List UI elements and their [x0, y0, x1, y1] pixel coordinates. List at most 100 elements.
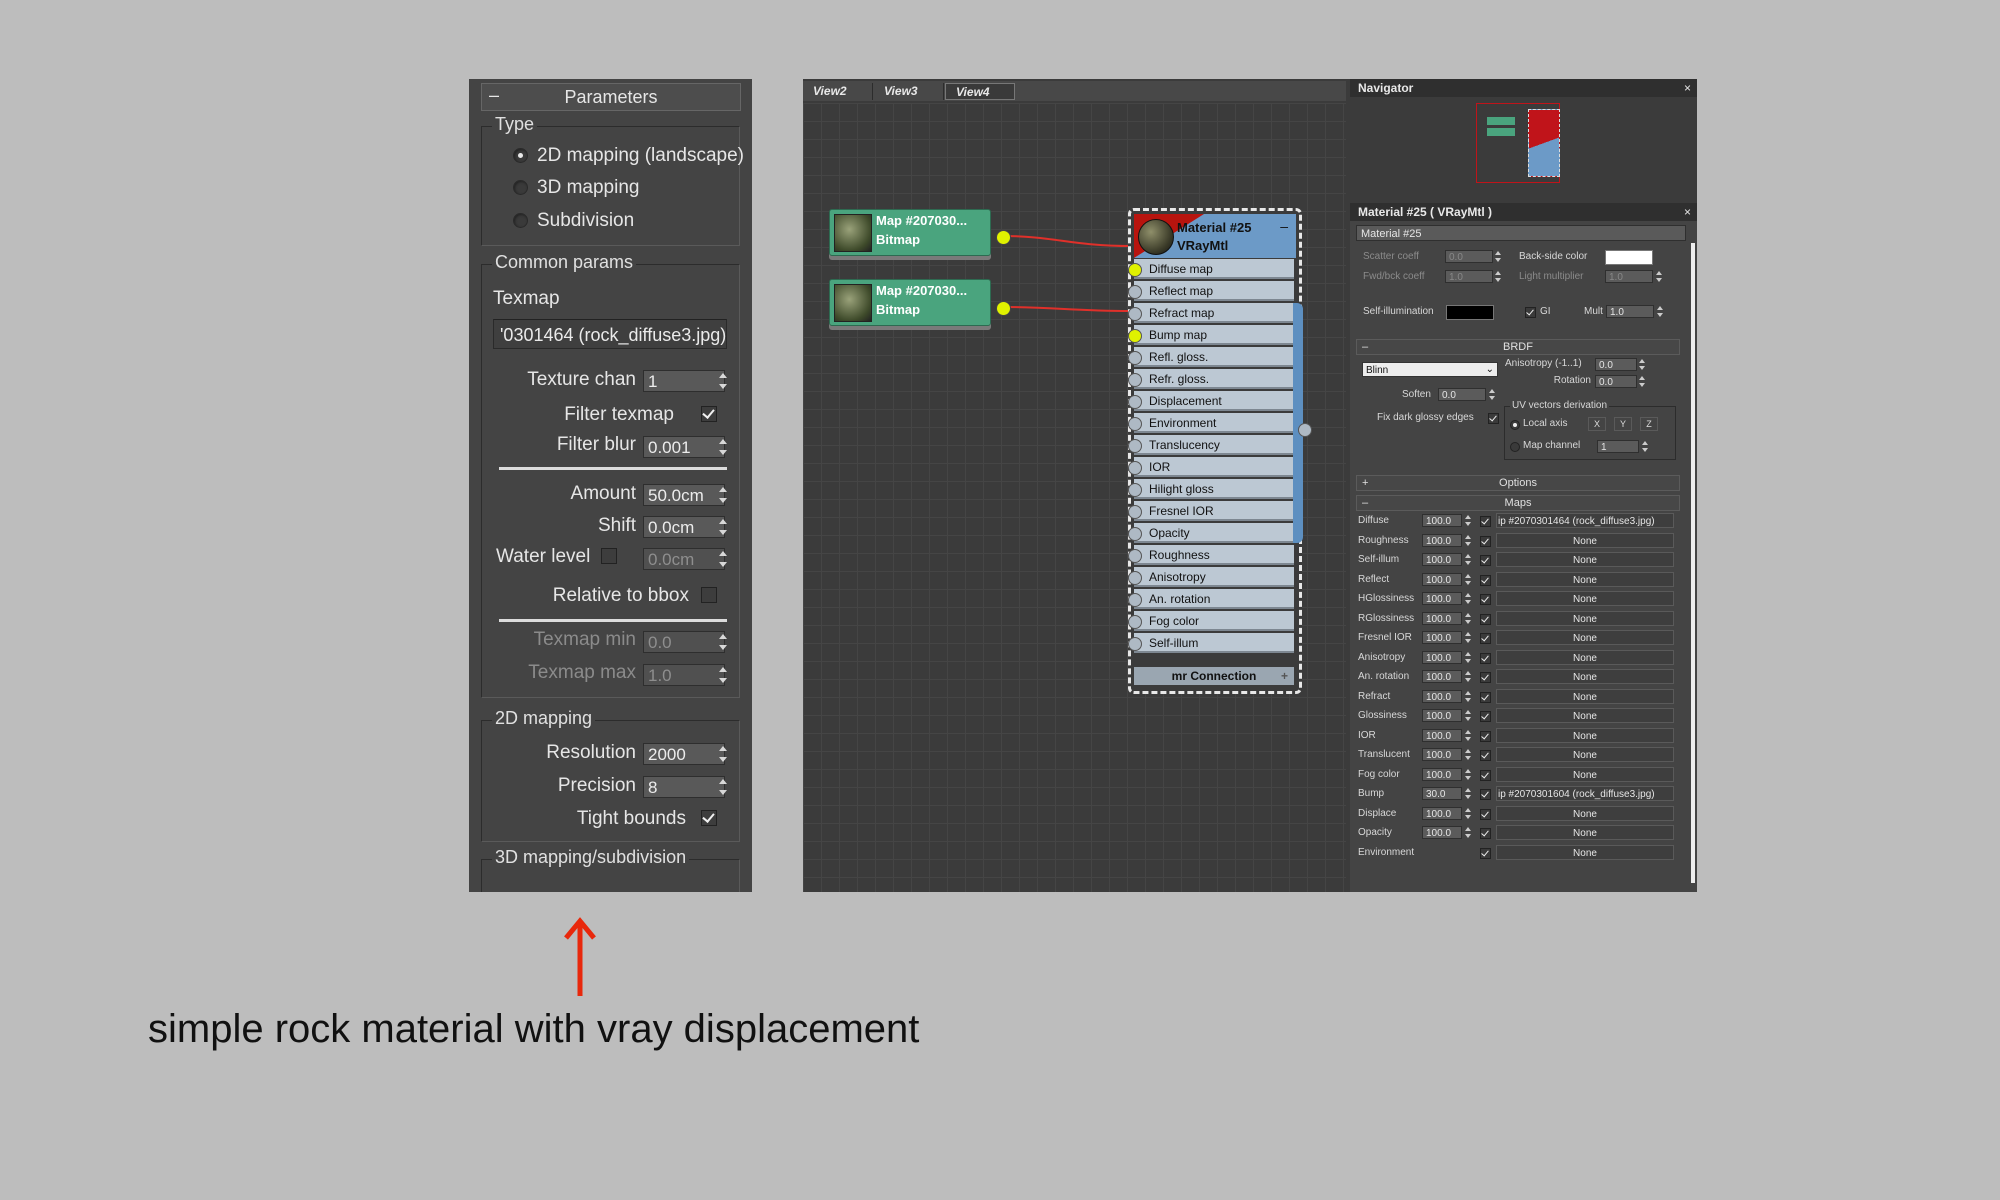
spinner-arrows-icon[interactable]	[716, 516, 730, 538]
material-slot[interactable]: Fog color	[1134, 611, 1294, 631]
radio-3d-mapping[interactable]	[513, 180, 528, 195]
precision-spinner[interactable]: 8	[643, 776, 725, 798]
map-enable-checkbox[interactable]	[1480, 769, 1491, 781]
spinner-arrows-icon[interactable]	[1464, 670, 1472, 683]
map-enable-checkbox[interactable]	[1480, 574, 1491, 586]
map-slot-button[interactable]: None	[1496, 766, 1674, 782]
material-output-socket[interactable]	[1298, 423, 1312, 437]
spinner-arrows-icon[interactable]	[716, 436, 730, 458]
node-view-canvas[interactable]: Map #207030... Bitmap Map #207030... Bit…	[803, 103, 1346, 892]
map-enable-checkbox[interactable]	[1480, 652, 1491, 664]
input-socket[interactable]	[1128, 461, 1142, 475]
input-socket[interactable]	[1128, 307, 1142, 321]
map-enable-checkbox[interactable]	[1480, 535, 1491, 547]
mr-connection-rollout[interactable]: mr Connection +	[1134, 667, 1294, 685]
map-slot-button[interactable]: None	[1496, 669, 1674, 684]
spinner-arrows-icon[interactable]	[1464, 651, 1472, 664]
map-amount-spinner[interactable]: 100.0	[1422, 709, 1462, 722]
input-socket[interactable]	[1128, 351, 1142, 365]
close-icon[interactable]: ×	[1684, 203, 1691, 221]
material-slot[interactable]: Translucency	[1134, 435, 1294, 455]
map-amount-spinner[interactable]: 100.0	[1422, 826, 1462, 839]
map-slot-button[interactable]: None	[1496, 552, 1674, 567]
water-level-checkbox[interactable]	[601, 548, 617, 564]
output-socket[interactable]	[996, 230, 1011, 245]
map-amount-spinner[interactable]: 30.0	[1422, 787, 1462, 800]
spinner-arrows-icon[interactable]	[1641, 440, 1649, 453]
map-amount-spinner[interactable]: 100.0	[1422, 631, 1462, 644]
map-amount-spinner[interactable]: 100.0	[1422, 650, 1462, 664]
spinner-arrows-icon[interactable]	[716, 548, 730, 570]
spinner-arrows-icon[interactable]	[1464, 768, 1472, 781]
spinner-arrows-icon[interactable]	[1464, 807, 1472, 820]
map-amount-spinner[interactable]: 100.0	[1422, 553, 1462, 566]
tab-view3[interactable]: View3	[874, 83, 944, 100]
brdf-rollout-header[interactable]: – BRDF	[1356, 339, 1680, 355]
material-slot[interactable]: Diffuse map	[1134, 259, 1294, 279]
map-amount-spinner[interactable]: 100.0	[1422, 767, 1462, 781]
texmap-min-spinner[interactable]: 0.0	[643, 631, 725, 653]
spinner-arrows-icon[interactable]	[716, 664, 730, 686]
map-slot-button[interactable]: None	[1496, 610, 1674, 626]
input-socket[interactable]	[1128, 285, 1142, 299]
brdf-type-dropdown[interactable]: Blinn ⌄	[1362, 362, 1498, 377]
spinner-arrows-icon[interactable]	[1656, 305, 1664, 318]
soften-spinner[interactable]: 0.0	[1438, 388, 1486, 401]
map-enable-checkbox[interactable]	[1480, 672, 1491, 683]
filter-blur-spinner[interactable]: 0.001	[643, 436, 725, 458]
map-amount-spinner[interactable]: 100.0	[1422, 728, 1462, 742]
expand-icon[interactable]: +	[1281, 667, 1288, 685]
input-socket[interactable]	[1128, 417, 1142, 431]
amount-spinner[interactable]: 50.0cm	[643, 484, 725, 506]
spinner-arrows-icon[interactable]	[1464, 514, 1472, 527]
navigator-view[interactable]	[1350, 97, 1697, 193]
map-enable-checkbox[interactable]	[1480, 691, 1491, 703]
input-socket[interactable]	[1128, 593, 1142, 607]
map-enable-checkbox[interactable]	[1480, 711, 1491, 722]
map-slot-button[interactable]: None	[1496, 844, 1674, 860]
input-socket[interactable]	[1128, 571, 1142, 585]
spinner-arrows-icon[interactable]	[1464, 573, 1472, 586]
map-slot-button[interactable]: None	[1496, 630, 1674, 645]
axis-y-button[interactable]: Y	[1614, 417, 1632, 431]
map-amount-spinner[interactable]: 100.0	[1422, 670, 1462, 683]
spinner-arrows-icon[interactable]	[1464, 787, 1472, 800]
material-slot[interactable]: IOR	[1134, 457, 1294, 477]
texmap-button[interactable]: '0301464 (rock_diffuse3.jpg)	[493, 319, 727, 349]
input-socket[interactable]	[1128, 395, 1142, 409]
map-slot-button[interactable]: None	[1496, 532, 1674, 548]
input-socket[interactable]	[1128, 637, 1142, 651]
map-enable-checkbox[interactable]	[1480, 730, 1491, 742]
back-side-color-swatch[interactable]	[1605, 250, 1653, 265]
map-enable-checkbox[interactable]	[1480, 594, 1491, 605]
spinner-arrows-icon[interactable]	[1464, 729, 1472, 742]
resolution-spinner[interactable]: 2000	[643, 743, 725, 765]
map-channel-spinner[interactable]: 1	[1597, 440, 1639, 453]
map-enable-checkbox[interactable]	[1480, 808, 1491, 820]
spinner-arrows-icon[interactable]	[1494, 250, 1502, 263]
map-enable-checkbox[interactable]	[1480, 633, 1491, 644]
spinner-arrows-icon[interactable]	[1464, 748, 1472, 761]
material-slot[interactable]: Roughness	[1134, 545, 1294, 565]
material-slot[interactable]: Refl. gloss.	[1134, 347, 1294, 367]
anisotropy-spinner[interactable]: 0.0	[1595, 358, 1637, 371]
spinner-arrows-icon[interactable]	[716, 743, 730, 765]
vraymtl-node[interactable]: Material #25 VRayMtl – Diffuse map Reflec…	[1128, 208, 1302, 694]
material-slot[interactable]: Anisotropy	[1134, 567, 1294, 587]
radio-subdivision[interactable]	[513, 213, 528, 228]
material-slot[interactable]: An. rotation	[1134, 589, 1294, 609]
tab-view4[interactable]: View4	[945, 83, 1015, 100]
input-socket[interactable]	[1128, 549, 1142, 563]
self-illum-color-swatch[interactable]	[1446, 305, 1494, 320]
map-channel-radio[interactable]	[1510, 442, 1520, 452]
filter-texmap-checkbox[interactable]	[701, 406, 717, 422]
material-slot[interactable]: Bump map	[1134, 325, 1294, 345]
material-slot[interactable]: Displacement	[1134, 391, 1294, 411]
map-enable-checkbox[interactable]	[1480, 613, 1491, 625]
map-slot-button[interactable]: ip #2070301464 (rock_diffuse3.jpg)	[1496, 513, 1674, 528]
spinner-arrows-icon[interactable]	[716, 776, 730, 798]
map-slot-button[interactable]: None	[1496, 747, 1674, 762]
radio-2d-mapping[interactable]	[513, 148, 528, 163]
input-socket[interactable]	[1128, 615, 1142, 629]
map-amount-spinner[interactable]: 100.0	[1422, 748, 1462, 761]
